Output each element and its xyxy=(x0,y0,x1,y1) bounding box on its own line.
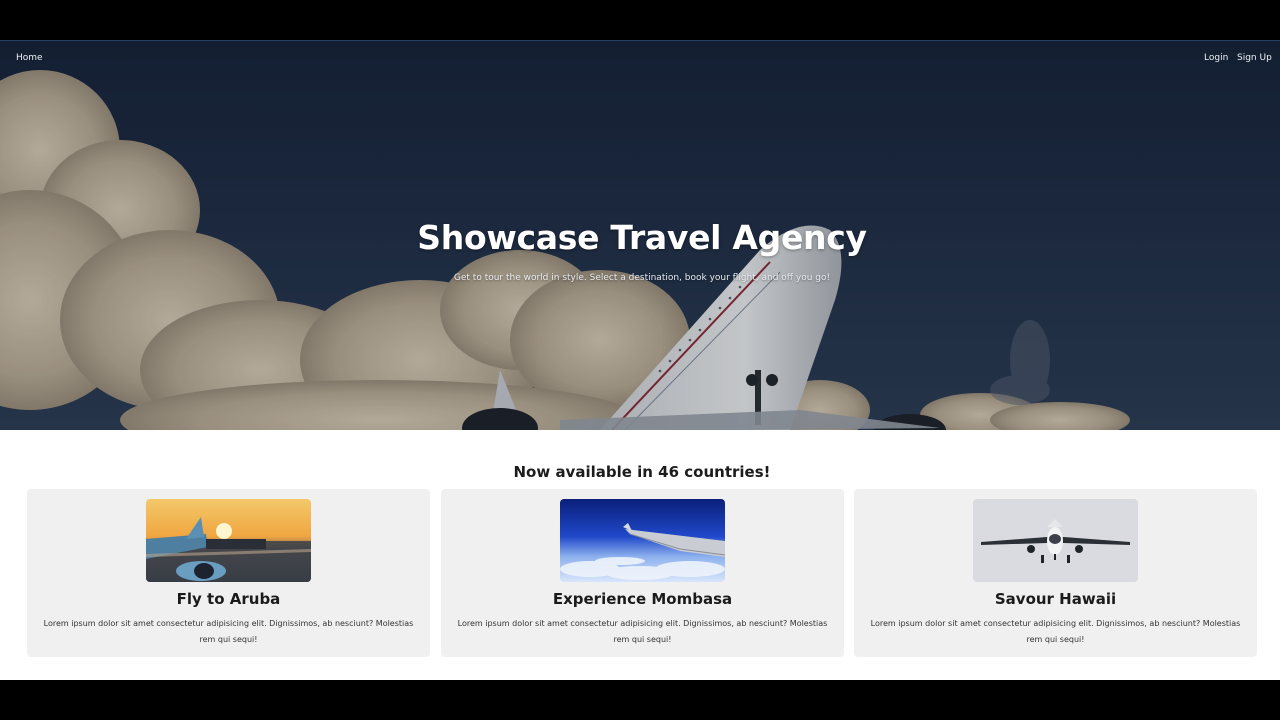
destination-card-hawaii: Savour Hawaii Lorem ipsum dolor sit amet… xyxy=(854,489,1257,657)
page: Home Login Sign Up Showcase Travel Agenc… xyxy=(0,40,1280,680)
hawaii-thumbnail-image xyxy=(973,499,1138,582)
top-navbar: Home Login Sign Up xyxy=(0,40,1280,74)
hero-subtitle: Get to tour the world in style. Select a… xyxy=(453,273,831,283)
nav-signup-link[interactable]: Sign Up xyxy=(1237,53,1272,63)
card-title: Experience Mombasa xyxy=(552,590,733,608)
hero-banner: Home Login Sign Up Showcase Travel Agenc… xyxy=(0,40,1280,430)
card-description: Lorem ipsum dolor sit amet consectetur a… xyxy=(43,619,414,644)
destination-card-mombasa: Experience Mombasa Lorem ipsum dolor sit… xyxy=(441,489,844,657)
nav-login-link[interactable]: Login xyxy=(1204,53,1228,63)
mombasa-thumbnail-image xyxy=(560,499,725,582)
aruba-thumbnail-image xyxy=(146,499,311,582)
section-title: Now available in 46 countries! xyxy=(513,463,771,481)
card-title: Fly to Aruba xyxy=(176,590,281,608)
card-description: Lorem ipsum dolor sit amet consectetur a… xyxy=(870,619,1241,644)
nav-home-link[interactable]: Home xyxy=(16,53,43,63)
card-description: Lorem ipsum dolor sit amet consectetur a… xyxy=(457,619,828,644)
destination-card-aruba: Fly to Aruba Lorem ipsum dolor sit amet … xyxy=(27,489,430,657)
hero-title: Showcase Travel Agency xyxy=(417,218,867,257)
card-title: Savour Hawaii xyxy=(994,590,1117,608)
